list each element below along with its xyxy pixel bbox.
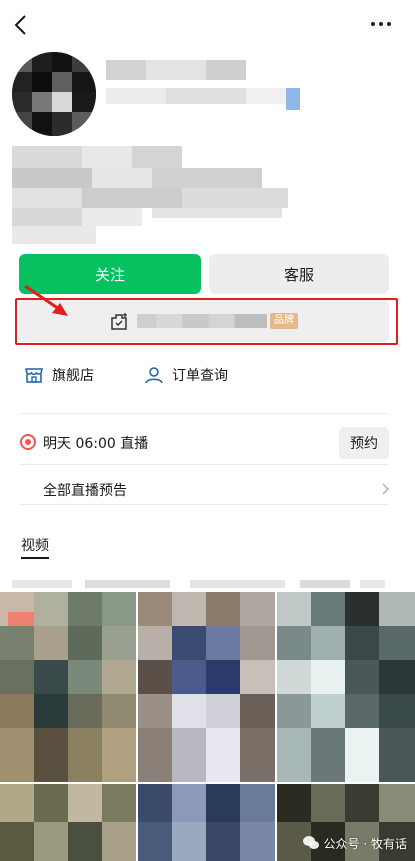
highlight-frame: [15, 298, 398, 345]
reserve-button[interactable]: 预约: [339, 427, 389, 459]
wechat-icon: [302, 836, 319, 849]
tab-video[interactable]: 视频: [21, 535, 49, 555]
store-icon: [25, 368, 43, 383]
profile-description-blurred: [12, 146, 288, 244]
all-live-previews-link[interactable]: 全部直播预告: [43, 480, 127, 500]
video-grid: [0, 592, 415, 861]
customer-service-button[interactable]: 客服: [209, 254, 389, 294]
more-horizontal-icon[interactable]: [369, 18, 393, 30]
divider: [19, 504, 389, 505]
flagship-store-label: 旗舰店: [52, 368, 94, 384]
divider: [19, 413, 389, 414]
order-query-label: 订单查询: [172, 368, 228, 384]
divider: [19, 464, 389, 465]
order-query-link[interactable]: 订单查询: [144, 364, 228, 386]
video-thumbnail[interactable]: [138, 784, 275, 861]
live-schedule-text: 明天 06:00 直播: [43, 436, 149, 452]
chevron-right-icon: [382, 483, 390, 495]
avatar[interactable]: [12, 52, 96, 136]
top-bar: [0, 0, 415, 50]
tab-underline: [21, 557, 49, 559]
video-thumbnail[interactable]: [0, 592, 136, 782]
video-thumbnail[interactable]: [277, 592, 415, 782]
video-thumbnail[interactable]: [138, 592, 275, 782]
profile-name-blurred: [106, 60, 300, 110]
annotation-arrow: [24, 284, 68, 316]
user-icon: [145, 367, 163, 384]
watermark-text: 公众号 · 牧有话: [323, 836, 407, 851]
flagship-store-link[interactable]: 旗舰店: [24, 364, 94, 386]
watermark: 公众号 · 牧有话: [302, 833, 407, 853]
video-thumbnail[interactable]: [0, 784, 136, 861]
video-titles-blurred: [12, 580, 385, 588]
live-indicator-icon: [20, 434, 36, 450]
chevron-left-icon[interactable]: [10, 12, 34, 38]
